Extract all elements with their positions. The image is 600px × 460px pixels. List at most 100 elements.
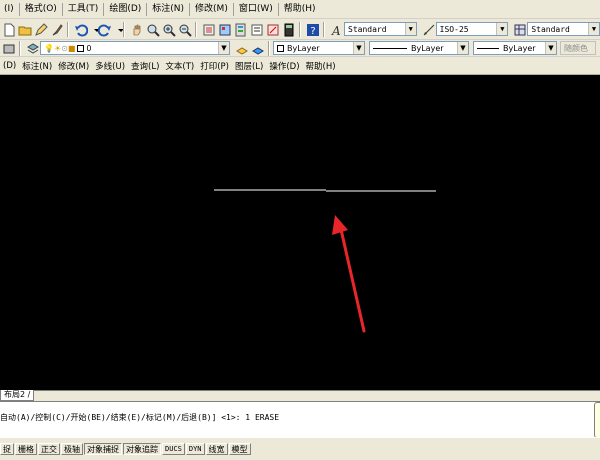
layer-select[interactable]: 💡 ☀ ⊙ ■ 0 ▼ xyxy=(40,41,230,55)
dim-style-icon[interactable] xyxy=(421,22,435,36)
chevron-down-icon: ▼ xyxy=(457,42,468,54)
otrack-toggle[interactable]: 对象追踪 xyxy=(123,443,161,455)
tab-layout2-label: 布局2 xyxy=(4,390,26,399)
open-file-icon[interactable] xyxy=(17,22,32,36)
color-select[interactable]: ByLayer ▼ xyxy=(273,41,365,55)
color-swatch xyxy=(277,44,284,52)
toolbar-divider xyxy=(19,40,21,56)
lock-icon: ⊙ xyxy=(61,43,68,53)
svg-text:?: ? xyxy=(310,26,315,37)
layer-previous-icon[interactable] xyxy=(250,41,264,55)
help-icon[interactable]: ? xyxy=(305,22,319,37)
menu-item-window[interactable]: 窗口(W) xyxy=(235,0,277,19)
menu2-item-help[interactable]: 帮助(H) xyxy=(303,60,339,72)
menu2-item-0[interactable]: (D) xyxy=(0,61,19,71)
standard-toolbar: ? A Standard ▼ ISO-25 ▼ Standard ▼ xyxy=(0,19,600,40)
layers-toolbar: 💡 ☀ ⊙ ■ 0 ▼ ByLayer ▼ ByLayer ▼ ByLayer … xyxy=(0,40,600,57)
grid-toggle[interactable]: 栅格 xyxy=(15,443,37,455)
command-window[interactable]: 自动(A)/控制(C)/开始(BE)/结束(E)/标记(M)/后退(B)] <1… xyxy=(0,401,600,438)
menu-divider xyxy=(146,2,148,16)
text-style-icon[interactable]: A xyxy=(329,22,343,37)
undo-dropdown-icon[interactable] xyxy=(89,22,100,36)
redo-icon[interactable] xyxy=(97,22,111,37)
linetype-value: ByLayer xyxy=(411,43,444,53)
canvas-graphics xyxy=(214,189,436,333)
chevron-down-icon: ▼ xyxy=(545,42,556,54)
command-window-scroll-handle[interactable] xyxy=(594,402,600,438)
make-current-layer-icon[interactable] xyxy=(234,41,248,55)
menu-item-prev[interactable]: (I) xyxy=(0,0,18,19)
print-icon: ■ xyxy=(67,43,76,53)
brush-icon[interactable] xyxy=(49,22,63,36)
markup-icon[interactable] xyxy=(265,22,279,36)
menu2-item-layer[interactable]: 图层(L) xyxy=(232,60,266,72)
menu2-item-print[interactable]: 打印(P) xyxy=(197,60,232,72)
menu-divider xyxy=(189,2,191,16)
menu2-item-dimension[interactable]: 标注(N) xyxy=(19,60,55,72)
properties-icon[interactable] xyxy=(201,22,215,36)
annotation-arrow-shaft xyxy=(338,223,366,333)
menu-bar: (I) 格式(O) 工具(T) 绘图(D) 标注(N) 修改(M) 窗口(W) … xyxy=(0,0,600,19)
sun-icon: ☀ xyxy=(53,43,62,53)
zoom-realtime-icon[interactable] xyxy=(145,22,160,37)
polar-toggle[interactable]: 极轴 xyxy=(61,443,83,455)
pencil-icon[interactable] xyxy=(33,22,48,36)
toolbar-divider xyxy=(323,21,325,37)
menu-item-format[interactable]: 格式(O) xyxy=(21,0,61,19)
model-toggle[interactable]: 模型 xyxy=(228,443,251,455)
lineweight-sample xyxy=(477,47,499,49)
design-center-icon[interactable] xyxy=(217,22,231,36)
ducs-toggle[interactable]: DUCS xyxy=(162,443,185,455)
dim-style-value: ISO-25 xyxy=(439,24,469,34)
tool-palettes-icon[interactable] xyxy=(233,22,247,37)
menu-item-tools[interactable]: 工具(T) xyxy=(64,0,103,19)
menu2-item-inquiry[interactable]: 查询(L) xyxy=(128,60,162,72)
status-bar: 捉 栅格 正交 极轴 对象捕捉 对象追踪 DUCS DYN 线宽 模型 xyxy=(0,437,600,460)
osnap-toggle[interactable]: 对象捕捉 xyxy=(84,443,122,455)
pan-hand-icon[interactable] xyxy=(129,22,143,36)
calculator-icon[interactable] xyxy=(281,22,295,37)
tab-layout2[interactable]: 布局2 / xyxy=(0,390,35,401)
layer-states-icon[interactable] xyxy=(25,41,39,55)
toolbar-divider xyxy=(195,21,197,37)
drawing-canvas[interactable] xyxy=(0,75,600,390)
new-file-icon[interactable] xyxy=(1,22,15,37)
dim-style-select[interactable]: ISO-25 ▼ xyxy=(435,22,509,36)
color-swatch xyxy=(77,44,85,52)
svg-text:A: A xyxy=(331,24,341,37)
snap-toggle[interactable]: 捉 xyxy=(0,443,14,455)
plot-style-select[interactable]: 随颜色 xyxy=(560,41,596,55)
ortho-toggle[interactable]: 正交 xyxy=(38,443,60,455)
plot-style-value: 随颜色 xyxy=(564,43,588,53)
sheet-set-icon[interactable] xyxy=(249,22,263,36)
dyn-toggle[interactable]: DYN xyxy=(185,443,205,455)
table-style-value: Standard xyxy=(531,24,570,34)
menu2-item-modify[interactable]: 修改(M) xyxy=(55,60,92,72)
current-layer-name: 0 xyxy=(86,43,92,53)
chevron-down-icon: ▼ xyxy=(496,23,508,35)
zoom-window-icon[interactable] xyxy=(161,22,176,37)
lineweight-select[interactable]: ByLayer ▼ xyxy=(473,41,557,55)
lineweight-toggle[interactable]: 线宽 xyxy=(205,443,228,455)
table-style-icon[interactable] xyxy=(512,22,526,36)
undo-icon[interactable] xyxy=(73,22,88,37)
custom-menu-toolbar: (D) 标注(N) 修改(M) 多线(U) 查询(L) 文本(T) 打印(P) … xyxy=(0,57,600,75)
menu2-item-operation[interactable]: 操作(D) xyxy=(266,60,302,72)
menu-item-draw[interactable]: 绘图(D) xyxy=(105,0,145,19)
redo-dropdown-icon[interactable] xyxy=(113,22,124,36)
menu-divider xyxy=(103,2,105,16)
menu-item-help[interactable]: 帮助(H) xyxy=(280,0,320,19)
menu-divider xyxy=(232,2,234,16)
toolbar-divider xyxy=(268,40,270,56)
menu-item-dimension[interactable]: 标注(N) xyxy=(148,0,188,19)
lightbulb-icon: 💡 xyxy=(44,43,54,53)
zoom-previous-icon[interactable] xyxy=(177,22,192,37)
text-style-select[interactable]: Standard ▼ xyxy=(344,22,417,36)
table-style-select[interactable]: Standard ▼ xyxy=(527,22,600,36)
menu-divider xyxy=(277,2,279,16)
menu-item-modify[interactable]: 修改(M) xyxy=(191,0,232,19)
menu2-item-multiline[interactable]: 多线(U) xyxy=(92,60,128,72)
layer-manager-icon[interactable] xyxy=(1,41,15,55)
menu2-item-text[interactable]: 文本(T) xyxy=(162,60,197,72)
linetype-select[interactable]: ByLayer ▼ xyxy=(369,41,469,55)
